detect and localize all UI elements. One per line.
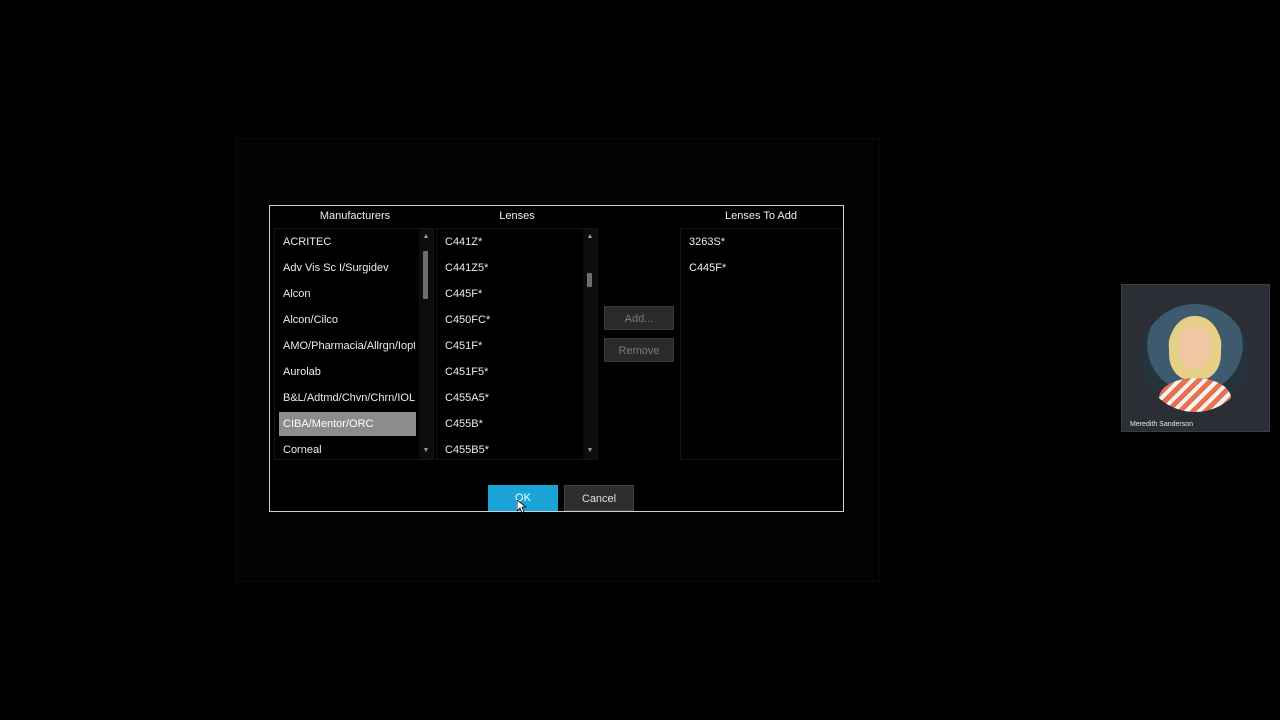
manufacturers-header: Manufacturers (319, 210, 391, 222)
lens-item[interactable]: C441Z* (441, 230, 579, 254)
lens-item[interactable]: C451F5* (441, 360, 579, 384)
video-participant-tile[interactable]: Meredith Sanderson (1121, 284, 1270, 432)
manufacturer-item[interactable]: Aurolab (279, 360, 415, 384)
mouse-cursor-icon (517, 500, 527, 514)
manufacturer-item[interactable]: Alcon/Cilco (279, 308, 415, 332)
lens-item[interactable]: C451F* (441, 334, 579, 358)
manufacturers-list[interactable]: ACRITEC Adv Vis Sc I/Surgidev Alcon Alco… (274, 228, 434, 460)
add-button[interactable]: Add... (604, 306, 674, 330)
lenses-to-add-list[interactable]: 3263S* C445F* (680, 228, 842, 460)
scroll-thumb[interactable] (423, 251, 428, 299)
remove-button[interactable]: Remove (604, 338, 674, 362)
manufacturer-item[interactable]: B&L/Adtmd/Chvn/Chrn/IOLB/I (279, 386, 415, 410)
scroll-down-arrow-icon[interactable]: ▼ (419, 444, 433, 458)
scroll-up-arrow-icon[interactable]: ▲ (583, 230, 597, 244)
cancel-button[interactable]: Cancel (564, 485, 634, 511)
scroll-down-arrow-icon[interactable]: ▼ (583, 444, 597, 458)
scroll-up-arrow-icon[interactable]: ▲ (419, 230, 433, 244)
participant-video (1141, 304, 1249, 412)
manufacturer-item[interactable]: Adv Vis Sc I/Surgidev (279, 256, 415, 280)
participant-name: Meredith Sanderson (1130, 421, 1194, 428)
lenses-list[interactable]: C441Z* C441Z5* C445F* C450FC* C451F* C45… (436, 228, 598, 460)
lenses-header: Lenses (499, 210, 535, 222)
lens-item[interactable]: C455B5* (441, 438, 579, 459)
manufacturers-scrollbar[interactable]: ▲ ▼ (419, 229, 433, 459)
lenses-to-add-header: Lenses To Add (725, 210, 797, 222)
manufacturer-item-selected[interactable]: CIBA/Mentor/ORC (279, 412, 416, 436)
manufacturer-item[interactable]: Corneal (279, 438, 415, 459)
lens-item[interactable]: C445F* (441, 282, 579, 306)
manufacturer-item[interactable]: Alcon (279, 282, 415, 306)
lens-to-add-item[interactable]: 3263S* (685, 230, 837, 254)
scroll-thumb[interactable] (587, 273, 592, 287)
lens-item[interactable]: C441Z5* (441, 256, 579, 280)
add-lenses-dialog: Manufacturers Lenses Lenses To Add ACRIT… (269, 205, 844, 514)
lens-item[interactable]: C455B* (441, 412, 579, 436)
manufacturer-item[interactable]: ACRITEC (279, 230, 415, 254)
manufacturer-item[interactable]: AMO/Pharmacia/Allrgn/Ioptx (279, 334, 415, 358)
lens-to-add-item[interactable]: C445F* (685, 256, 837, 280)
lens-item[interactable]: C450FC* (441, 308, 579, 332)
lens-item[interactable]: C455A5* (441, 386, 579, 410)
lenses-scrollbar[interactable]: ▲ ▼ (583, 229, 597, 459)
screen: Manufacturers Lenses Lenses To Add ACRIT… (0, 0, 1280, 720)
